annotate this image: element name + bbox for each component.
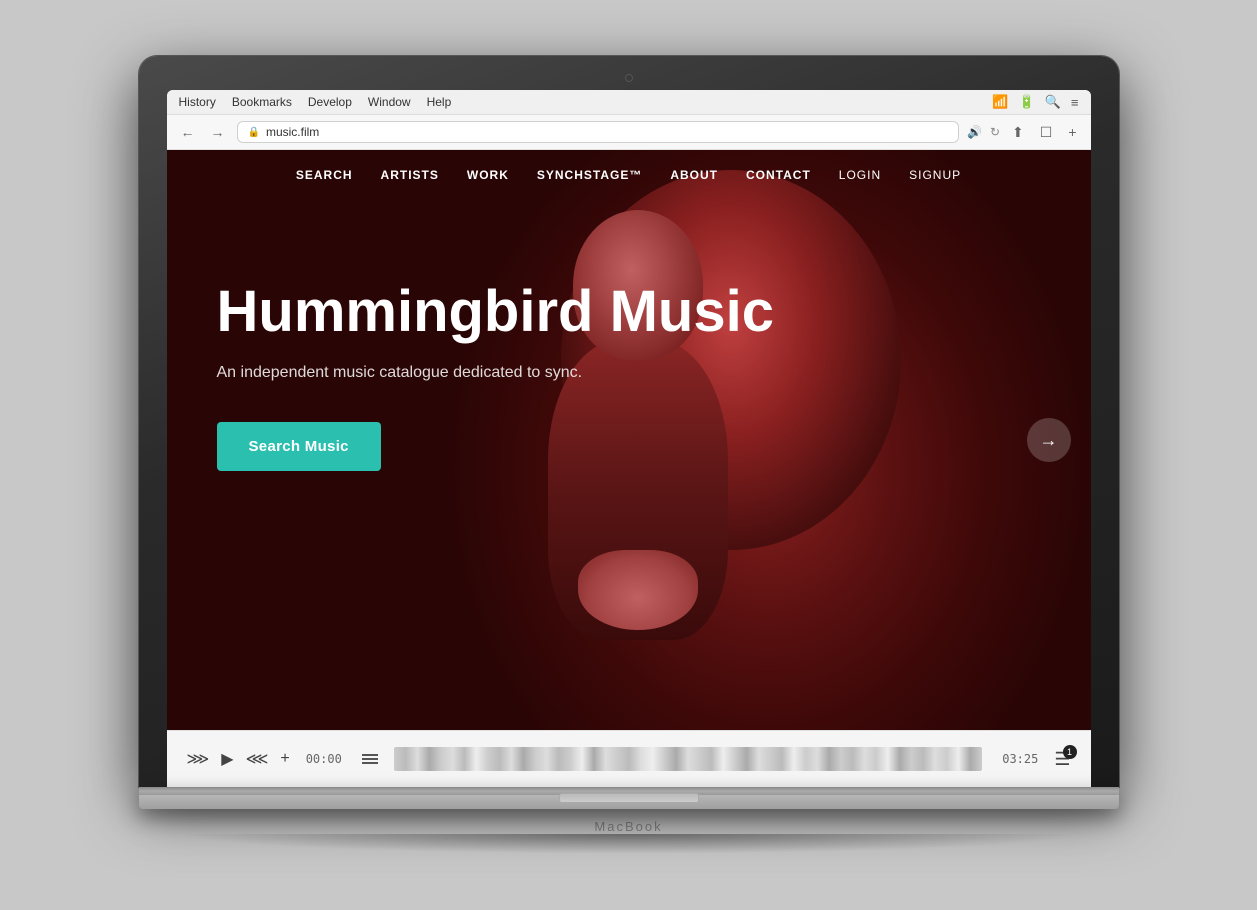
- url-text: music.film: [266, 125, 319, 139]
- fullscreen-button[interactable]: ☐: [1036, 122, 1057, 143]
- website-content: SEARCH ARTISTS WORK SYNCHSTAGE™ ABOUT CO…: [167, 150, 1091, 730]
- nav-work[interactable]: WORK: [467, 168, 509, 182]
- person-hands: [578, 550, 698, 630]
- menu-develop[interactable]: Develop: [308, 95, 352, 109]
- hero-title: Hummingbird Music: [217, 280, 797, 344]
- waveform-visual: [394, 747, 983, 771]
- list-icon[interactable]: ≡: [1071, 95, 1079, 110]
- toolbar-right: 🔊 ↻ ⬆ ☐ +: [967, 122, 1081, 143]
- player-controls: ⋙ ▶ ⋘ +: [187, 749, 290, 769]
- macbook-label: MacBook: [594, 819, 662, 834]
- audio-player: ⋙ ▶ ⋘ + 00:00 03:25 ☰: [167, 730, 1091, 787]
- fast-forward-button[interactable]: ⋘: [246, 749, 269, 769]
- navigation: SEARCH ARTISTS WORK SYNCHSTAGE™ ABOUT CO…: [167, 150, 1091, 200]
- browser-menubar: History Bookmarks Develop Window Help 📶 …: [167, 90, 1091, 115]
- browser-toolbar: ← → 🔒 music.film 🔊 ↻ ⬆ ☐ +: [167, 115, 1091, 150]
- back-button[interactable]: ←: [177, 122, 199, 142]
- refresh-icon[interactable]: ↻: [990, 125, 1000, 139]
- camera: [625, 74, 633, 82]
- address-bar[interactable]: 🔒 music.film: [237, 121, 960, 143]
- add-track-button[interactable]: +: [280, 750, 289, 768]
- menu-window[interactable]: Window: [368, 95, 411, 109]
- total-time: 03:25: [998, 752, 1038, 766]
- new-tab-button[interactable]: +: [1064, 122, 1080, 142]
- nav-synchstage[interactable]: SYNCHSTAGE™: [537, 168, 642, 182]
- laptop-shadow: [179, 834, 1079, 854]
- laptop-mockup: History Bookmarks Develop Window Help 📶 …: [139, 56, 1119, 854]
- menu-bookmarks[interactable]: Bookmarks: [232, 95, 292, 109]
- play-button[interactable]: ▶: [221, 749, 233, 769]
- arrow-right-icon: →: [1040, 430, 1058, 451]
- share-button[interactable]: ⬆: [1008, 122, 1028, 143]
- search-music-button[interactable]: Search Music: [217, 422, 381, 471]
- battery-icon: 🔋: [1019, 94, 1035, 110]
- spotlight-icon[interactable]: 🔍: [1045, 94, 1061, 110]
- nav-about[interactable]: ABOUT: [670, 168, 718, 182]
- next-arrow-button[interactable]: →: [1027, 418, 1071, 462]
- volume-icon[interactable]: 🔊: [967, 125, 982, 139]
- menu-history[interactable]: History: [179, 95, 216, 109]
- nav-login[interactable]: Login: [839, 168, 881, 182]
- current-time: 00:00: [306, 752, 346, 766]
- wifi-icon: 📶: [992, 94, 1008, 110]
- forward-button[interactable]: →: [207, 122, 229, 142]
- laptop-base-wrapper: [139, 787, 1119, 809]
- trackpad: [559, 793, 699, 803]
- screen-bezel: History Bookmarks Develop Window Help 📶 …: [139, 56, 1119, 787]
- playlist-badge: 1: [1063, 745, 1077, 759]
- waveform[interactable]: [394, 741, 983, 777]
- hero-content: Hummingbird Music An independent music c…: [167, 200, 1091, 531]
- menubar-right: 📶 🔋 🔍 ≡: [992, 94, 1078, 110]
- nav-artists[interactable]: ARTISTS: [381, 168, 439, 182]
- lock-icon: 🔒: [248, 127, 260, 138]
- rewind-button[interactable]: ⋙: [187, 749, 210, 769]
- nav-search[interactable]: SEARCH: [296, 168, 353, 182]
- menu-bars-icon[interactable]: [362, 754, 378, 764]
- menu-help[interactable]: Help: [427, 95, 452, 109]
- nav-contact[interactable]: CONTACT: [746, 168, 811, 182]
- nav-signup[interactable]: Signup: [909, 168, 961, 182]
- laptop-base: [139, 787, 1119, 809]
- browser-window: History Bookmarks Develop Window Help 📶 …: [167, 90, 1091, 787]
- hero-subtitle: An independent music catalogue dedicated…: [217, 364, 1041, 382]
- playlist-button[interactable]: ☰ 1: [1054, 749, 1070, 770]
